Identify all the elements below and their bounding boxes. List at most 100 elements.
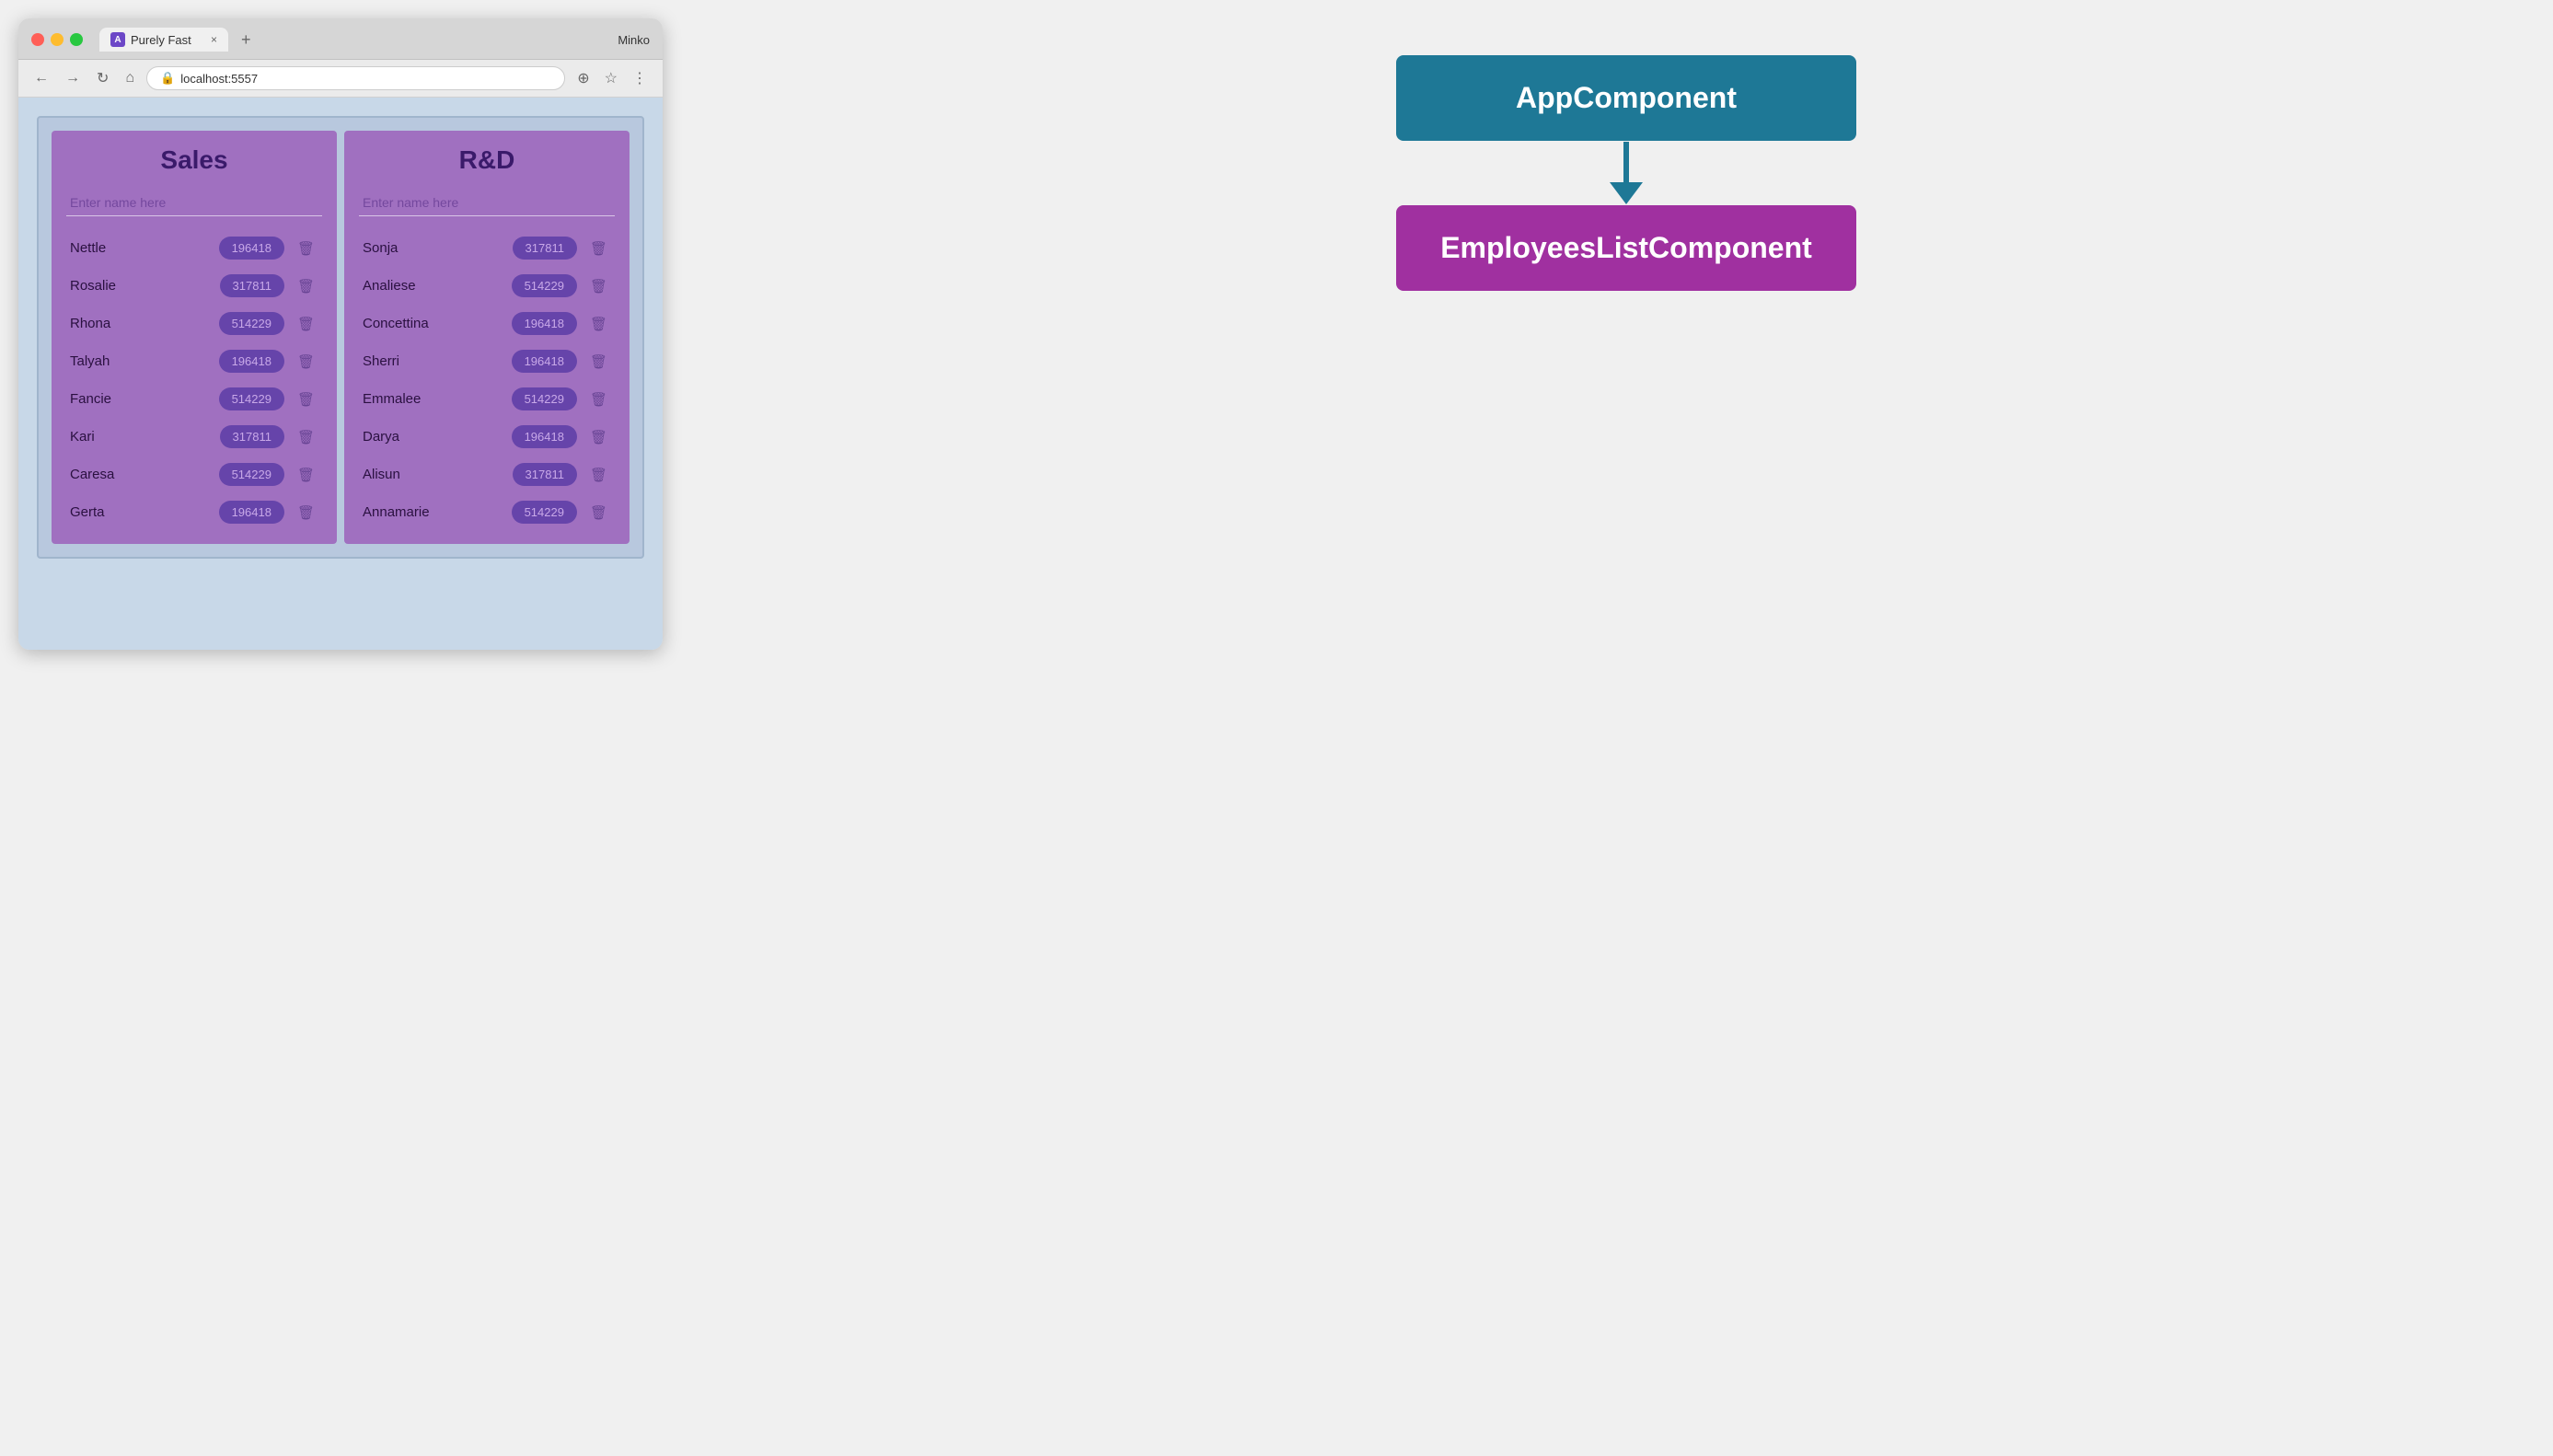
- delete-button[interactable]: 🗑: [294, 352, 318, 372]
- component-diagram: AppComponent EmployeesListComponent: [718, 18, 2535, 328]
- table-row: Rosalie 317811 🗑: [66, 269, 322, 303]
- table-row: Fancie 514229 🗑: [66, 382, 322, 416]
- delete-button[interactable]: 🗑: [586, 314, 611, 334]
- delete-button[interactable]: 🗑: [586, 389, 611, 410]
- salary-badge: 514229: [219, 463, 284, 486]
- browser-tab-area: A Purely Fast × +: [99, 28, 608, 52]
- salary-badge: 196418: [512, 312, 577, 335]
- traffic-light-fullscreen[interactable]: [70, 33, 83, 46]
- cast-icon-button[interactable]: ⊕: [572, 66, 594, 90]
- arrow-head: [1610, 182, 1643, 204]
- bookmark-icon-button[interactable]: ☆: [600, 66, 622, 90]
- table-row: Rhona 514229 🗑: [66, 306, 322, 341]
- table-row: Annamarie 514229 🗑: [359, 495, 615, 529]
- address-bar-lock-icon: 🔒: [160, 71, 175, 86]
- delete-button[interactable]: 🗑: [586, 276, 611, 296]
- address-bar[interactable]: 🔒 localhost:5557: [146, 66, 565, 90]
- employee-name: Gerta: [70, 504, 219, 520]
- browser-tab[interactable]: A Purely Fast ×: [99, 28, 228, 52]
- browser-content: Sales Nettle 196418 🗑 Rosalie 317811 🗑 R…: [18, 98, 663, 650]
- arrow-line: [1623, 142, 1629, 182]
- sales-title: Sales: [66, 145, 322, 175]
- employee-name: Analiese: [363, 278, 512, 294]
- address-text: localhost:5557: [180, 72, 258, 86]
- employee-name: Annamarie: [363, 504, 512, 520]
- table-row: Nettle 196418 🗑: [66, 231, 322, 265]
- rnd-employee-list: Sonja 317811 🗑 Analiese 514229 🗑 Concett…: [359, 231, 615, 529]
- delete-button[interactable]: 🗑: [294, 238, 318, 259]
- salary-badge: 514229: [219, 387, 284, 410]
- app-container: Sales Nettle 196418 🗑 Rosalie 317811 🗑 R…: [37, 116, 644, 559]
- salary-badge: 514229: [512, 274, 577, 297]
- employee-name: Concettina: [363, 316, 512, 331]
- employee-name: Talyah: [70, 353, 219, 369]
- menu-icon-button[interactable]: ⋮: [628, 66, 652, 90]
- delete-button[interactable]: 🗑: [586, 465, 611, 485]
- app-component-label: AppComponent: [1516, 81, 1737, 114]
- salary-badge: 196418: [512, 425, 577, 448]
- traffic-light-close[interactable]: [31, 33, 44, 46]
- employee-name: Sonja: [363, 240, 513, 256]
- delete-button[interactable]: 🗑: [294, 389, 318, 410]
- table-row: Gerta 196418 🗑: [66, 495, 322, 529]
- browser-toolbar: ← → ↻ ⌂ 🔒 localhost:5557 ⊕ ☆ ⋮: [18, 60, 663, 98]
- delete-button[interactable]: 🗑: [294, 503, 318, 523]
- delete-button[interactable]: 🗑: [586, 503, 611, 523]
- employees-component-box: EmployeesListComponent: [1396, 205, 1856, 291]
- tab-close-button[interactable]: ×: [211, 33, 217, 46]
- salary-badge: 317811: [220, 274, 284, 297]
- salary-badge: 317811: [513, 463, 577, 486]
- app-component-box: AppComponent: [1396, 55, 1856, 141]
- delete-button[interactable]: 🗑: [586, 427, 611, 447]
- rnd-department-panel: R&D Sonja 317811 🗑 Analiese 514229 🗑 Con…: [344, 131, 630, 544]
- delete-button[interactable]: 🗑: [294, 427, 318, 447]
- home-button[interactable]: ⌂: [121, 67, 139, 89]
- employee-name: Fancie: [70, 391, 219, 407]
- new-tab-button[interactable]: +: [236, 29, 257, 52]
- salary-badge: 196418: [219, 237, 284, 260]
- employee-name: Alisun: [363, 467, 513, 482]
- salary-badge: 196418: [512, 350, 577, 373]
- table-row: Caresa 514229 🗑: [66, 457, 322, 491]
- forward-button[interactable]: →: [61, 67, 85, 89]
- table-row: Kari 317811 🗑: [66, 420, 322, 454]
- employee-name: Rosalie: [70, 278, 220, 294]
- browser-window: A Purely Fast × + Minko ← → ↻ ⌂ 🔒 localh…: [18, 18, 663, 650]
- rnd-name-input[interactable]: [359, 190, 615, 216]
- browser-titlebar: A Purely Fast × + Minko: [18, 18, 663, 60]
- employees-component-label: EmployeesListComponent: [1440, 231, 1812, 264]
- tab-favicon: A: [110, 32, 125, 47]
- back-button[interactable]: ←: [29, 67, 53, 89]
- delete-button[interactable]: 🗑: [586, 352, 611, 372]
- rnd-title: R&D: [359, 145, 615, 175]
- sales-department-panel: Sales Nettle 196418 🗑 Rosalie 317811 🗑 R…: [52, 131, 337, 544]
- employee-name: Kari: [70, 429, 220, 445]
- employee-name: Rhona: [70, 316, 219, 331]
- salary-badge: 317811: [513, 237, 577, 260]
- diagram-arrow: [1610, 142, 1643, 204]
- salary-badge: 514229: [512, 387, 577, 410]
- employee-name: Darya: [363, 429, 512, 445]
- table-row: Analiese 514229 🗑: [359, 269, 615, 303]
- delete-button[interactable]: 🗑: [294, 314, 318, 334]
- sales-name-input[interactable]: [66, 190, 322, 216]
- reload-button[interactable]: ↻: [92, 66, 113, 90]
- salary-badge: 514229: [512, 501, 577, 524]
- salary-badge: 317811: [220, 425, 284, 448]
- traffic-lights: [31, 33, 83, 46]
- employee-name: Emmalee: [363, 391, 512, 407]
- employee-name: Sherri: [363, 353, 512, 369]
- delete-button[interactable]: 🗑: [294, 276, 318, 296]
- delete-button[interactable]: 🗑: [294, 465, 318, 485]
- table-row: Sonja 317811 🗑: [359, 231, 615, 265]
- user-name: Minko: [618, 33, 650, 47]
- arrow-container: [1610, 141, 1643, 205]
- traffic-light-minimize[interactable]: [51, 33, 64, 46]
- salary-badge: 196418: [219, 501, 284, 524]
- table-row: Sherri 196418 🗑: [359, 344, 615, 378]
- salary-badge: 514229: [219, 312, 284, 335]
- table-row: Concettina 196418 🗑: [359, 306, 615, 341]
- table-row: Talyah 196418 🗑: [66, 344, 322, 378]
- table-row: Alisun 317811 🗑: [359, 457, 615, 491]
- delete-button[interactable]: 🗑: [586, 238, 611, 259]
